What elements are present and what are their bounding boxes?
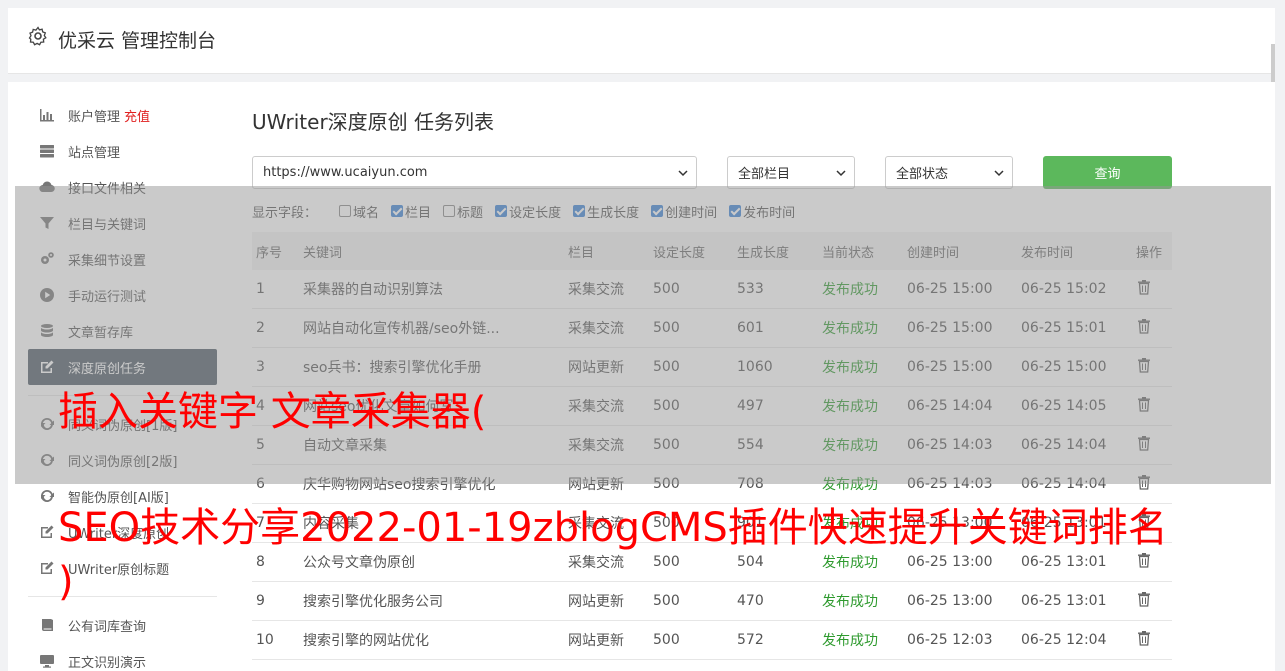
status-select[interactable]: 全部状态 bbox=[885, 156, 1013, 189]
overlay-banner bbox=[15, 186, 1271, 484]
chevron-down-icon bbox=[836, 170, 846, 177]
sidebar-item-label: 正文识别演示 bbox=[68, 655, 147, 671]
top-bar: 优采云 管理控制台 bbox=[8, 8, 1275, 84]
table-row: 9 搜索引擎优化服务公司 网站更新 500 470 发布成功 06-25 13:00 06-2… bbox=[252, 582, 1172, 621]
book-icon bbox=[38, 616, 56, 634]
query-button[interactable]: 查询 bbox=[1043, 156, 1172, 189]
delete-button[interactable] bbox=[1136, 630, 1172, 650]
row-number: 8 bbox=[256, 554, 265, 570]
sidebar-item-text-recognition[interactable]: 正文识别演示 bbox=[28, 643, 218, 671]
monitor-icon bbox=[38, 652, 56, 670]
delete-button[interactable] bbox=[1136, 552, 1172, 572]
row-published: 06-25 13:01 bbox=[1021, 593, 1107, 609]
trash-icon bbox=[1138, 553, 1150, 568]
recharge-link[interactable]: 充值 bbox=[124, 106, 150, 125]
overlay-text-line2: SEO技术分享2022-01-19zblogCMS插件快速提升关键词排名 bbox=[58, 505, 1168, 551]
sidebar-item-label: 账户管理 bbox=[68, 109, 121, 125]
row-column: 网站更新 bbox=[568, 594, 624, 610]
trash-icon bbox=[1138, 631, 1150, 646]
trash-icon bbox=[1138, 592, 1150, 607]
row-set-length: 500 bbox=[653, 593, 680, 609]
server-icon bbox=[38, 142, 56, 160]
delete-button[interactable] bbox=[1136, 591, 1172, 611]
row-keyword: 搜索引擎的网站优化 bbox=[303, 633, 429, 649]
sidebar-item-label: 智能伪原创[AI版] bbox=[68, 490, 169, 506]
overlay-text-line1: 插入关键字 文章采集器( bbox=[58, 389, 487, 435]
sidebar-item-account[interactable]: 账户管理 充值 bbox=[28, 97, 218, 133]
gear-icon bbox=[28, 26, 47, 46]
site-select-value: https://www.ucaiyun.com bbox=[263, 165, 428, 180]
row-published: 06-25 13:01 bbox=[1021, 554, 1107, 570]
overlay-text-line3: ) bbox=[58, 559, 74, 605]
row-keyword: 公众号文章伪原创 bbox=[303, 555, 415, 571]
row-status: 发布成功 bbox=[822, 555, 878, 571]
row-set-length: 500 bbox=[653, 632, 680, 648]
row-number: 10 bbox=[256, 632, 274, 648]
sidebar-item-label: 站点管理 bbox=[68, 145, 121, 161]
row-gen-length: 572 bbox=[737, 632, 764, 648]
table-row: 10 搜索引擎的网站优化 网站更新 500 572 发布成功 06-25 12:03 06-2… bbox=[252, 621, 1172, 660]
edit-icon bbox=[38, 559, 56, 577]
sidebar-item-label: UWriter原创标题 bbox=[68, 562, 170, 578]
page-title: UWriter深度原创 任务列表 bbox=[252, 110, 495, 134]
sidebar-item-uwriter-title[interactable]: UWriter原创标题 bbox=[28, 550, 218, 586]
row-column: 采集交流 bbox=[568, 555, 624, 571]
sidebar-divider bbox=[28, 596, 217, 597]
sidebar-item-label: 公有词库查询 bbox=[68, 619, 147, 635]
edit-icon bbox=[38, 523, 56, 541]
page-header-title: 优采云 管理控制台 bbox=[58, 30, 217, 52]
status-select-value: 全部状态 bbox=[896, 167, 949, 182]
row-column: 网站更新 bbox=[568, 633, 624, 649]
row-gen-length: 470 bbox=[737, 593, 764, 609]
chevron-down-icon bbox=[994, 170, 1004, 177]
row-keyword: 搜索引擎优化服务公司 bbox=[303, 594, 443, 610]
row-created: 06-25 12:03 bbox=[907, 632, 993, 648]
row-published: 06-25 12:04 bbox=[1021, 632, 1107, 648]
site-select[interactable]: https://www.ucaiyun.com bbox=[252, 156, 697, 189]
row-number: 9 bbox=[256, 593, 265, 609]
chevron-down-icon bbox=[678, 170, 688, 177]
bar-chart-icon bbox=[38, 106, 56, 124]
sidebar-item-public-lexicon[interactable]: 公有词库查询 bbox=[28, 607, 218, 643]
row-created: 06-25 13:00 bbox=[907, 593, 993, 609]
scrollbar[interactable] bbox=[1271, 44, 1275, 84]
column-select[interactable]: 全部栏目 bbox=[727, 156, 855, 189]
row-status: 发布成功 bbox=[822, 633, 878, 649]
refresh-icon bbox=[38, 487, 56, 505]
row-gen-length: 504 bbox=[737, 554, 764, 570]
row-status: 发布成功 bbox=[822, 594, 878, 610]
column-select-value: 全部栏目 bbox=[738, 167, 791, 182]
sidebar-item-sites[interactable]: 站点管理 bbox=[28, 133, 218, 169]
row-created: 06-25 13:00 bbox=[907, 554, 993, 570]
row-set-length: 500 bbox=[653, 554, 680, 570]
